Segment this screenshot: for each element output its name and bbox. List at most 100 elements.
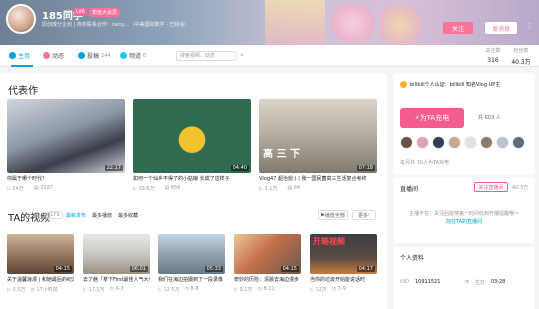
thumb-caption: 开箱视频 <box>313 237 345 246</box>
follow-live-button[interactable]: 关注直播间 <box>474 182 508 192</box>
duration-label: 04:17 <box>356 266 375 272</box>
publish-date: ◷ 6-3 <box>109 286 124 292</box>
avatar[interactable] <box>448 136 461 149</box>
play-count: ▷ 24万 <box>7 186 24 192</box>
followers-stat[interactable]: 粉丝数 40.3万 <box>504 47 538 66</box>
dynamic-icon <box>43 52 50 59</box>
tab-uploads[interactable]: 投稿 244 <box>78 51 111 60</box>
verified-icon <box>400 81 407 88</box>
offline-message: 主播不在，关注后能够第一时间收到开播提醒哦～ 前往TA的直播间 <box>408 211 519 225</box>
ta-video-card[interactable]: 开箱视频 04:17 当你的垃圾开始能说话时 ▷ 12万 ◷ 7-9 <box>310 234 377 293</box>
ta-video-card[interactable]: 06:01 去了趟「拿下First最佳人气大奖」… ▷ 17.1万 ◷ 6-3 <box>83 234 150 293</box>
birthday-icon: ◔ <box>464 279 469 285</box>
message-button[interactable]: 发消息 <box>485 22 517 34</box>
month-charge-text: 本月共 30人为TA充电 <box>400 160 450 166</box>
tab-home[interactable]: 主页 <box>9 51 30 60</box>
ta-video-card[interactable]: 04:15 关于温馨浪漫 | 和她最后的纪念 ▷ 3.5万 ◷ 17小时前 <box>7 234 74 293</box>
duration-label: 06:01 <box>129 266 148 272</box>
info-row: UID 10911521 ◔ 生日 03-28 <box>400 279 506 286</box>
play-count: ▷ 3.1万 <box>259 186 278 192</box>
video-thumbnail[interactable]: 22:17 <box>7 99 125 173</box>
live-fans-count: 40.3万 <box>512 185 529 191</box>
play-count: ▷ 19.6万 <box>133 186 155 192</box>
search-icon[interactable]: ⌕ <box>240 51 244 60</box>
more-icon[interactable]: ⋮ <box>526 22 533 30</box>
verification-info: bilibili个人认证：bilibili 知名Vlog UP主 <box>400 81 500 88</box>
live-room-title: 直播间 <box>400 186 419 193</box>
video-thumbnail[interactable]: 04:40 <box>133 99 251 173</box>
tab-latest[interactable]: 最新发布 <box>66 212 86 219</box>
avatar[interactable] <box>416 136 429 149</box>
avatar[interactable] <box>400 136 413 149</box>
video-title[interactable]: 如何一个仙乡不得了的小姑娘 长成了这样子 <box>133 175 251 182</box>
charge-button[interactable]: ⚡ 为TA充电 <box>400 108 464 128</box>
banner-decoration <box>380 5 420 45</box>
video-title[interactable]: Vlog47 超治愈:) | 我一国民菌高三生活复合考终 <box>259 175 377 182</box>
avatar[interactable] <box>464 136 477 149</box>
video-thumbnail[interactable]: 高 三 下 07:18 <box>259 99 377 173</box>
personal-info-panel: 个人资料 UID 10911521 ◔ 生日 03-28 <box>394 247 534 309</box>
duration-label: 22:17 <box>104 165 123 171</box>
tab-dynamic[interactable]: 动态 <box>43 51 64 60</box>
video-count-badge: 179 <box>47 211 63 219</box>
duration-label: 04:15 <box>280 266 299 272</box>
level-badge: LV6 <box>74 8 87 16</box>
signature: 原创成分企划 | 商务联系合作：rainy…（中美国际数字 - 已转会） <box>42 22 190 28</box>
video-title[interactable]: 关于温馨浪漫 | 和她最后的纪念 <box>7 276 74 283</box>
video-thumbnail[interactable]: 开箱视频 04:17 <box>310 234 377 274</box>
publish-date: ◷ 8-8 <box>184 286 199 292</box>
rep-video-card[interactable]: 04:40 如何一个仙乡不得了的小姑娘 长成了这样子 ▷ 19.6万 ▤ 856 <box>133 99 251 192</box>
avatar[interactable] <box>432 136 445 149</box>
ta-video-card[interactable]: 04:15 奇妙的历险：清晨去海边漫步 ▷ 9.1万 ◷ 8-11 <box>234 234 301 293</box>
rep-video-card[interactable]: 高 三 下 07:18 Vlog47 超治愈:) | 我一国民菌高三生活复合考终 … <box>259 99 377 192</box>
play-count: ▷ 3.5万 <box>7 287 26 293</box>
charge-panel: bilibili个人认证：bilibili 知名Vlog UP主 ⚡ 为TA充电… <box>394 74 534 174</box>
rep-section-title: 代表作 <box>8 86 38 97</box>
publish-date: ◷ 7-9 <box>331 286 346 292</box>
charger-avatars <box>400 136 525 149</box>
live-room-panel: 直播间 关注直播间 40.3万 主播不在，关注后能够第一时间收到开播提醒哦～ 前往… <box>394 178 534 243</box>
charge-count: 共 603 人 <box>478 115 501 121</box>
avatar[interactable] <box>496 136 509 149</box>
more-button[interactable]: 更多 › <box>352 210 376 220</box>
avatar[interactable] <box>6 4 36 34</box>
video-title[interactable]: 我们在海边拍摄到了一段录像 <box>158 276 225 283</box>
video-title[interactable]: 去了趟「拿下First最佳人气大奖」… <box>83 276 150 283</box>
video-title[interactable]: 当你的垃圾开始能说话时 <box>310 276 377 283</box>
play-all-button[interactable]: ▶ 播放全部 <box>318 210 348 220</box>
danmaku-count: ▤ 856 <box>164 185 181 191</box>
tab-channels[interactable]: 频道 0 <box>120 51 146 60</box>
danmaku-count: ▤ 84 <box>287 185 301 191</box>
video-title[interactable]: 奇妙的历险：清晨去海边漫步 <box>234 276 301 283</box>
banner-decoration <box>330 3 375 43</box>
tab-most-favorited[interactable]: 最多收藏 <box>118 212 138 219</box>
video-thumbnail[interactable]: 04:15 <box>234 234 301 274</box>
rep-video-card[interactable]: 22:17 你属于哪个时代？ ▷ 24万 ▤ 3297 <box>7 99 125 192</box>
avatar[interactable] <box>480 136 493 149</box>
follow-button[interactable]: 关注 <box>443 22 473 34</box>
publish-date: ◷ 17小时前 <box>30 287 58 293</box>
play-count: ▷ 12.5万 <box>158 287 180 293</box>
profile-banner: 185同学 LV6 年度大会员 原创成分企划 | 商务联系合作：rainy…（中… <box>0 0 539 45</box>
avatar[interactable] <box>512 136 525 149</box>
profile-nav: 主页 动态 投稿 244 频道 0 <box>0 45 539 67</box>
video-thumbnail[interactable]: 04:15 <box>7 234 74 274</box>
ta-section-title: TA的视频 <box>8 213 51 224</box>
search-input[interactable]: 搜索视频、动态 <box>176 51 236 61</box>
video-thumbnail[interactable]: 06:01 <box>83 234 150 274</box>
tab-most-played[interactable]: 最多播放 <box>92 212 112 219</box>
danmaku-count: ▤ 3297 <box>33 185 53 191</box>
publish-date: ◷ 8-11 <box>257 286 275 292</box>
play-count: ▷ 12万 <box>310 287 327 293</box>
duration-label: 07:18 <box>356 165 375 171</box>
banner-decoration <box>265 0 325 45</box>
personal-info-title: 个人资料 <box>400 255 425 262</box>
channel-icon <box>120 52 127 59</box>
play-count: ▷ 17.1万 <box>83 287 105 293</box>
ta-video-card[interactable]: 05:33 我们在海边拍摄到了一段录像 ▷ 12.5万 ◷ 8-8 <box>158 234 225 293</box>
goto-live-link[interactable]: 前往TA的直播间 <box>446 219 482 225</box>
duration-label: 04:15 <box>53 266 72 272</box>
video-thumbnail[interactable]: 05:33 <box>158 234 225 274</box>
video-title[interactable]: 你属于哪个时代？ <box>7 175 125 182</box>
play-count: ▷ 9.1万 <box>234 287 253 293</box>
